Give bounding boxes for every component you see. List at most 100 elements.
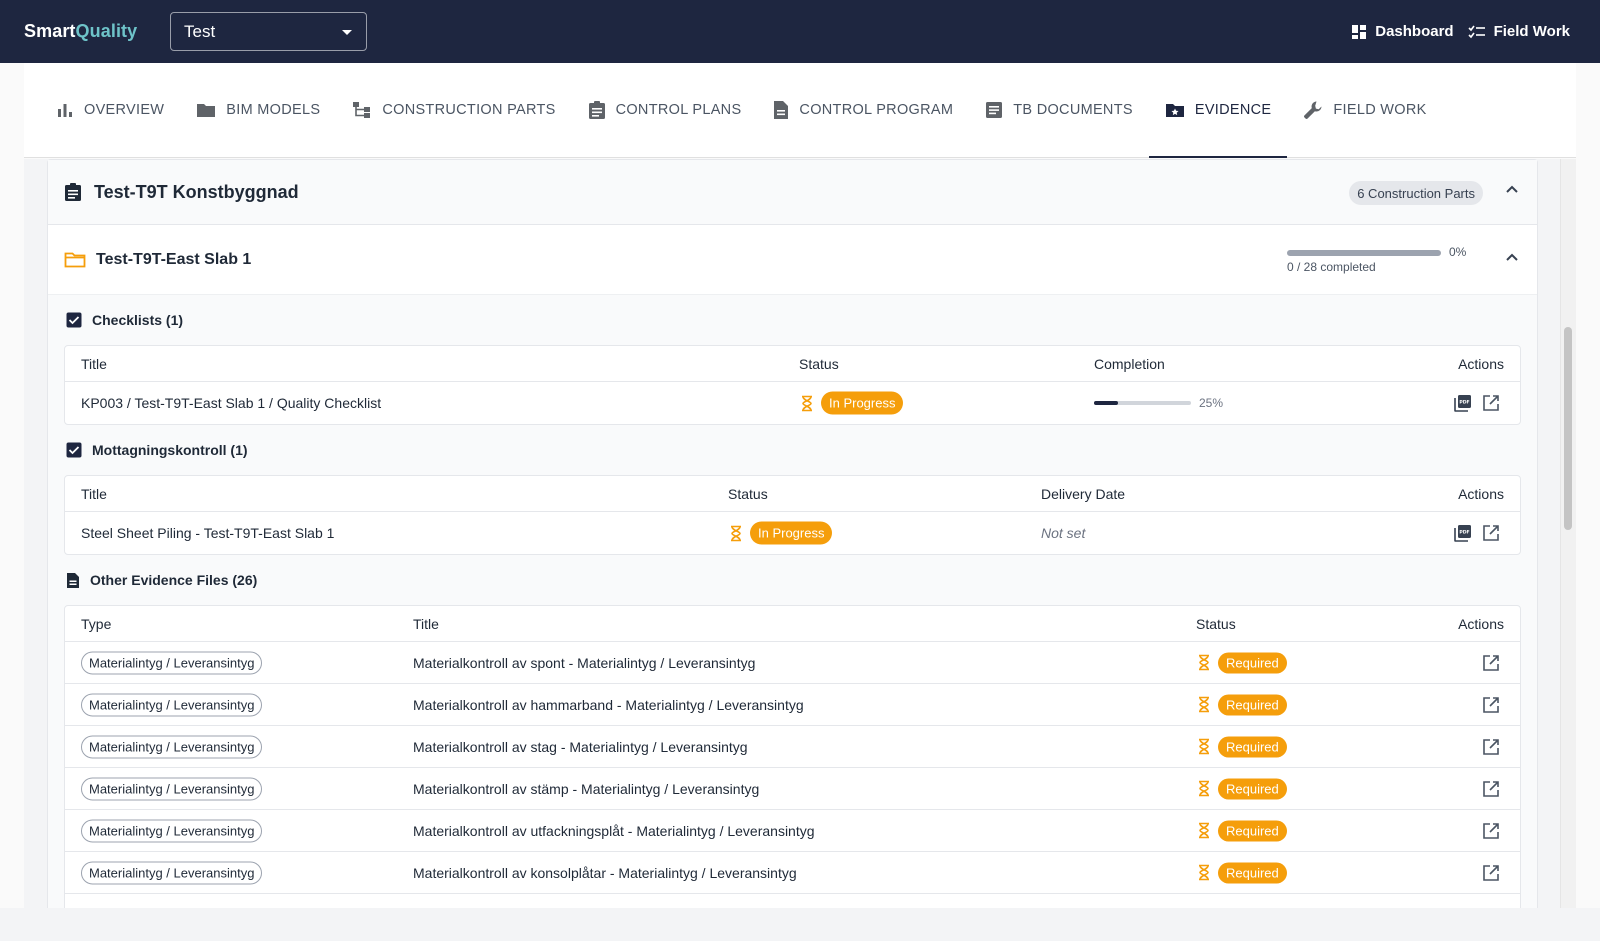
chevron-up-icon[interactable] bbox=[1505, 184, 1519, 194]
document-icon bbox=[774, 100, 789, 119]
tab-label: CONSTRUCTION PARTS bbox=[382, 101, 556, 118]
status-badge: Required bbox=[1218, 652, 1287, 673]
column-header-status: Status bbox=[1196, 615, 1236, 632]
status-badge: Required bbox=[1218, 778, 1287, 799]
completion-bar bbox=[1094, 401, 1191, 405]
open-external-icon[interactable] bbox=[1482, 864, 1500, 882]
column-header-title: Title bbox=[81, 355, 107, 372]
checklists-table: Title Status Completion Actions KP003 / … bbox=[64, 345, 1521, 425]
type-chip: Materialintyg / Leveransintyg bbox=[81, 735, 263, 758]
tab-label: BIM MODELS bbox=[226, 101, 321, 118]
table-row[interactable]: KP003 / Test-T9T-East Slab 1 / Quality C… bbox=[65, 382, 1520, 424]
other-evidence-section-title: Other Evidence Files (26) bbox=[64, 555, 1521, 605]
column-header-title: Title bbox=[81, 485, 107, 502]
hourglass-icon bbox=[731, 525, 741, 541]
column-header-actions: Actions bbox=[1458, 615, 1504, 632]
scrollbar[interactable] bbox=[1560, 159, 1576, 941]
field-work-button[interactable]: Field Work bbox=[1468, 23, 1570, 40]
evidence-title: Materialkontroll av stag - Materialintyg… bbox=[413, 738, 748, 755]
scrollbar-thumb[interactable] bbox=[1564, 327, 1572, 530]
brand-logo[interactable]: SmartQuality bbox=[24, 21, 137, 42]
checklists-section-title: Checklists (1) bbox=[64, 295, 1521, 345]
status-badge: In Progress bbox=[821, 391, 904, 415]
tab-control-program[interactable]: CONTROL PROGRAM bbox=[757, 62, 969, 157]
open-external-icon[interactable] bbox=[1482, 780, 1500, 798]
open-external-icon[interactable] bbox=[1482, 822, 1500, 840]
status-badge: Required bbox=[1218, 820, 1287, 841]
column-header-completion: Completion bbox=[1094, 355, 1165, 372]
wrench-icon bbox=[1304, 101, 1322, 119]
evidence-title: Materialkontroll av utfackningsplåt - Ma… bbox=[413, 822, 815, 839]
hourglass-icon bbox=[1199, 864, 1209, 881]
open-external-icon[interactable] bbox=[1482, 738, 1500, 756]
type-chip: Materialintyg / Leveransintyg bbox=[81, 693, 263, 716]
completion-percent: 25% bbox=[1199, 396, 1224, 410]
status-badge: Required bbox=[1218, 694, 1287, 715]
section-label: Checklists (1) bbox=[92, 312, 184, 328]
folder-outline-icon bbox=[64, 252, 86, 267]
svg-text:PDF: PDF bbox=[1459, 530, 1469, 536]
type-chip: Materialintyg / Leveransintyg bbox=[81, 819, 263, 842]
construction-parts-count-badge: 6 Construction Parts bbox=[1349, 181, 1483, 205]
evidence-title: Materialkontroll av spont - Materialinty… bbox=[413, 654, 756, 671]
table-row[interactable]: Materialintyg / Leveransintyg Materialko… bbox=[65, 726, 1520, 768]
folder-star-icon bbox=[1165, 103, 1184, 117]
checklist-icon bbox=[1468, 25, 1485, 38]
tab-label: OVERVIEW bbox=[84, 101, 165, 118]
table-header-row: Type Title Status Actions bbox=[65, 606, 1520, 642]
field-work-label: Field Work bbox=[1493, 23, 1570, 40]
column-header-actions: Actions bbox=[1458, 485, 1504, 502]
tab-bim-models[interactable]: BIM MODELS bbox=[180, 62, 336, 157]
status-cell: Required bbox=[1198, 652, 1287, 673]
table-row[interactable]: Materialintyg / Leveransintyg Materialko… bbox=[65, 768, 1520, 810]
column-header-delivery-date: Delivery Date bbox=[1041, 485, 1126, 502]
chevron-up-icon[interactable] bbox=[1505, 252, 1519, 262]
open-external-icon[interactable] bbox=[1482, 524, 1500, 542]
tab-field-work[interactable]: FIELD WORK bbox=[1287, 62, 1442, 157]
table-row[interactable]: Steel Sheet Piling - Test-T9T-East Slab … bbox=[65, 512, 1520, 554]
open-external-icon[interactable] bbox=[1482, 394, 1500, 412]
tab-label: CONTROL PROGRAM bbox=[799, 101, 954, 118]
open-external-icon[interactable] bbox=[1482, 696, 1500, 714]
pdf-icon[interactable]: PDF bbox=[1454, 394, 1472, 412]
column-header-actions: Actions bbox=[1458, 355, 1504, 372]
status-badge: Required bbox=[1218, 862, 1287, 883]
progress-bar bbox=[1287, 250, 1441, 256]
status-cell: Required bbox=[1198, 862, 1287, 883]
caret-down-icon bbox=[342, 30, 352, 35]
table-row[interactable]: Materialintyg / Leveransintyg Materialko… bbox=[65, 684, 1520, 726]
table-row[interactable]: Materialintyg / Leveransintyg Materialko… bbox=[65, 810, 1520, 852]
mottagning-table: Title Status Delivery Date Actions Steel… bbox=[64, 475, 1521, 555]
hourglass-icon bbox=[802, 395, 812, 411]
tab-evidence[interactable]: EVIDENCE bbox=[1148, 62, 1288, 158]
tab-overview[interactable]: OVERVIEW bbox=[40, 62, 180, 157]
dashboard-icon bbox=[1352, 24, 1367, 39]
project-select[interactable]: Test bbox=[170, 12, 367, 51]
table-header-row: Title Status Completion Actions bbox=[65, 346, 1520, 382]
status-cell: Required bbox=[1198, 694, 1287, 715]
type-chip: Materialintyg / Leveransintyg bbox=[81, 861, 263, 884]
progress-count: 0 / 28 completed bbox=[1287, 260, 1376, 274]
article-icon bbox=[986, 101, 1003, 118]
table-row[interactable]: Materialintyg / Leveransintyg Materialko… bbox=[65, 642, 1520, 684]
column-header-type: Type bbox=[81, 615, 112, 632]
tab-construction-parts[interactable]: CONSTRUCTION PARTS bbox=[336, 62, 571, 157]
column-header-title: Title bbox=[413, 615, 439, 632]
tab-label: CONTROL PLANS bbox=[615, 101, 742, 118]
svg-text:PDF: PDF bbox=[1459, 400, 1469, 406]
dashboard-button[interactable]: Dashboard bbox=[1351, 23, 1454, 40]
checkbox-checked-icon bbox=[66, 312, 82, 328]
checklist-title: KP003 / Test-T9T-East Slab 1 / Quality C… bbox=[81, 395, 382, 411]
plan-header[interactable]: Test-T9T Konstbyggnad 6 Construction Par… bbox=[48, 160, 1537, 225]
status-cell: Required bbox=[1198, 736, 1287, 757]
table-row[interactable]: Materialintyg / Leveransintyg Materialko… bbox=[65, 852, 1520, 894]
tab-control-plans[interactable]: CONTROL PLANS bbox=[572, 62, 758, 157]
pdf-icon[interactable]: PDF bbox=[1454, 524, 1472, 542]
construction-part-header[interactable]: Test-T9T-East Slab 1 0% 0 / 28 completed bbox=[48, 225, 1537, 295]
tab-tb-documents[interactable]: TB DOCUMENTS bbox=[969, 62, 1149, 157]
app-bar: SmartQuality Test Dashboard Field Work bbox=[0, 0, 1600, 63]
hourglass-icon bbox=[1199, 780, 1209, 797]
open-external-icon[interactable] bbox=[1482, 654, 1500, 672]
construction-part-title: Test-T9T-East Slab 1 bbox=[96, 250, 252, 268]
completion-cell: 25% bbox=[1094, 396, 1223, 410]
